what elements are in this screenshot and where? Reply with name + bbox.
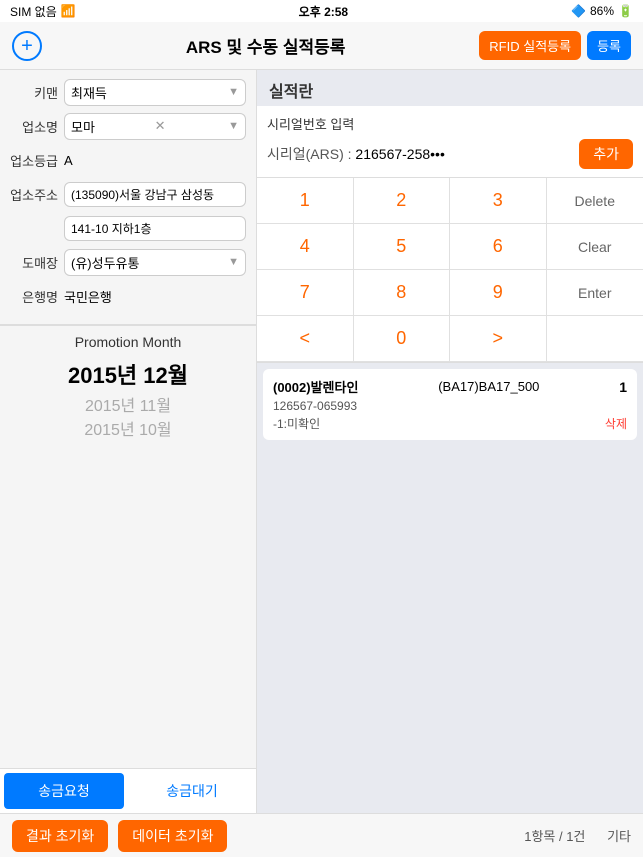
chevron-down-icon: ▼	[228, 256, 239, 268]
bank-value: 국민은행	[64, 287, 246, 306]
serial-label-text: 시리얼(ARS) :	[267, 146, 355, 162]
serial-input-row: 시리얼(ARS) : 216567-258••• 추가	[267, 139, 633, 169]
header: + ARS 및 수동 실적등록 RFID 실적등록 등록	[0, 22, 643, 70]
form-row-business: 업소명 모마 ✕ ▼	[10, 112, 246, 140]
label-bank: 은행명	[10, 287, 58, 306]
tab-remittance-pending[interactable]: 송금대기	[132, 773, 252, 809]
right-panel: 실적란 시리얼번호 입력 시리얼(ARS) : 216567-258••• 추가…	[257, 70, 643, 813]
clear-x-icon[interactable]: ✕	[155, 118, 166, 134]
select-wholesaler[interactable]: (유)성두유통 ▼	[64, 249, 246, 276]
footer-category-text: 기타	[607, 829, 631, 844]
key-1[interactable]: 1	[257, 178, 354, 224]
status-bar: SIM 없음 📶 오후 2:58 🔷 86% 🔋	[0, 0, 643, 22]
form-section: 키맨 최재득 ▼ 업소명 모마 ✕ ▼ 업소등급 A	[0, 70, 256, 324]
bluetooth-icon: 🔷	[571, 4, 586, 18]
chevron-down-icon: ▼	[228, 86, 239, 98]
key-4[interactable]: 4	[257, 224, 354, 270]
key-6[interactable]: 6	[450, 224, 547, 270]
result-item-code: (BA17)BA17_500	[438, 379, 539, 394]
form-row-keyman: 키맨 최재득 ▼	[10, 78, 246, 106]
label-business: 업소명	[10, 117, 58, 136]
label-grade: 업소등급	[10, 151, 58, 170]
result-item-serial: 126567-065993	[273, 399, 627, 413]
grade-value: A	[64, 153, 246, 168]
key-clear[interactable]: Clear	[547, 224, 643, 270]
month-secondary-1[interactable]: 2015년 11월	[85, 395, 171, 420]
data-reset-button[interactable]: 데이터 초기화	[118, 820, 227, 852]
header-title: ARS 및 수동 실적등록	[52, 33, 479, 58]
wholesaler-value: (유)성두유통	[71, 253, 139, 272]
status-time: 오후 2:58	[299, 3, 348, 20]
label-wholesaler: 도매장	[10, 253, 58, 272]
business-value: 모마	[71, 117, 95, 136]
form-row-grade: 업소등급 A	[10, 146, 246, 174]
result-item-name: (0002)발렌타인	[273, 377, 358, 396]
result-delete-button[interactable]: 삭제	[605, 415, 627, 432]
keyman-value: 최재득	[71, 83, 107, 102]
tab-remittance-request[interactable]: 송금요청	[4, 773, 124, 809]
month-primary[interactable]: 2015년 12월	[68, 358, 188, 395]
promotion-month-section: Promotion Month	[0, 325, 256, 358]
month-picker[interactable]: 2015년 12월 2015년 11월 2015년 10월	[0, 358, 256, 768]
serial-section: 시리얼번호 입력 시리얼(ARS) : 216567-258••• 추가	[257, 106, 643, 178]
right-header-title: 실적란	[269, 78, 631, 102]
result-item: (0002)발렌타인 (BA17)BA17_500 1 126567-06599…	[263, 369, 637, 440]
month-picker-inner: 2015년 12월 2015년 11월 2015년 10월	[0, 358, 256, 444]
results-list: (0002)발렌타인 (BA17)BA17_500 1 126567-06599…	[257, 363, 643, 813]
key-enter[interactable]: Enter	[547, 270, 643, 316]
key-3[interactable]: 3	[450, 178, 547, 224]
serial-display: 시리얼(ARS) : 216567-258•••	[267, 144, 445, 164]
footer-buttons: 결과 초기화 데이터 초기화	[12, 820, 227, 852]
promotion-month-label: Promotion Month	[0, 334, 256, 350]
select-business[interactable]: 모마 ✕ ▼	[64, 113, 246, 140]
numpad: 1 2 3 Delete 4 5 6 Clear 7 8 9 Enter < 0…	[257, 178, 643, 363]
right-header: 실적란	[257, 70, 643, 106]
result-item-status: -1:미확인 삭제	[273, 415, 627, 432]
add-button[interactable]: +	[12, 31, 42, 61]
serial-add-button[interactable]: 추가	[579, 139, 633, 169]
serial-value: 216567-258•••	[355, 146, 444, 162]
result-reset-button[interactable]: 결과 초기화	[12, 820, 108, 852]
status-right: 🔷 86% 🔋	[571, 4, 633, 18]
bottom-footer: 결과 초기화 데이터 초기화 1항목 / 1건 기타	[0, 813, 643, 857]
rfid-button[interactable]: RFID 실적등록	[479, 31, 581, 60]
serial-input-label: 시리얼번호 입력	[267, 114, 633, 133]
wifi-icon: 📶	[61, 4, 76, 18]
month-secondary-2[interactable]: 2015년 10월	[84, 419, 171, 444]
key-8[interactable]: 8	[354, 270, 451, 316]
label-keyman: 키맨	[10, 83, 58, 102]
form-row-bank: 은행명 국민은행	[10, 282, 246, 310]
key-delete[interactable]: Delete	[547, 178, 643, 224]
status-left: SIM 없음 📶	[10, 3, 76, 20]
select-keyman[interactable]: 최재득 ▼	[64, 79, 246, 106]
key-9[interactable]: 9	[450, 270, 547, 316]
result-item-confirm: -1:미확인	[273, 415, 320, 432]
header-buttons: RFID 실적등록 등록	[479, 31, 631, 60]
register-button[interactable]: 등록	[587, 31, 631, 60]
form-row-address: 업소주소 (135090)서울 강남구 삼성동	[10, 180, 246, 208]
result-item-count: 1	[619, 379, 627, 395]
key-left[interactable]: <	[257, 316, 354, 362]
key-7[interactable]: 7	[257, 270, 354, 316]
footer-summary-text: 1항목 / 1건	[524, 829, 585, 844]
main-container: 키맨 최재득 ▼ 업소명 모마 ✕ ▼ 업소등급 A	[0, 70, 643, 813]
label-address: 업소주소	[10, 185, 58, 204]
key-2[interactable]: 2	[354, 178, 451, 224]
key-5[interactable]: 5	[354, 224, 451, 270]
form-row-wholesaler: 도매장 (유)성두유통 ▼	[10, 248, 246, 276]
left-panel: 키맨 최재득 ▼ 업소명 모마 ✕ ▼ 업소등급 A	[0, 70, 257, 813]
address-value: (135090)서울 강남구 삼성동	[64, 182, 246, 207]
result-item-header: (0002)발렌타인 (BA17)BA17_500 1	[273, 377, 627, 396]
footer-summary: 1항목 / 1건 기타	[524, 826, 631, 845]
address-value2: 141-10 지하1층	[64, 216, 246, 241]
key-0[interactable]: 0	[354, 316, 451, 362]
carrier-text: SIM 없음	[10, 3, 57, 20]
key-empty	[547, 316, 643, 362]
battery-icon: 🔋	[618, 4, 633, 18]
form-row-address2: 141-10 지하1층	[10, 214, 246, 242]
chevron-down-icon: ▼	[228, 120, 239, 132]
left-bottom-tabs: 송금요청 송금대기	[0, 768, 256, 813]
battery-text: 86%	[590, 4, 614, 18]
key-right[interactable]: >	[450, 316, 547, 362]
